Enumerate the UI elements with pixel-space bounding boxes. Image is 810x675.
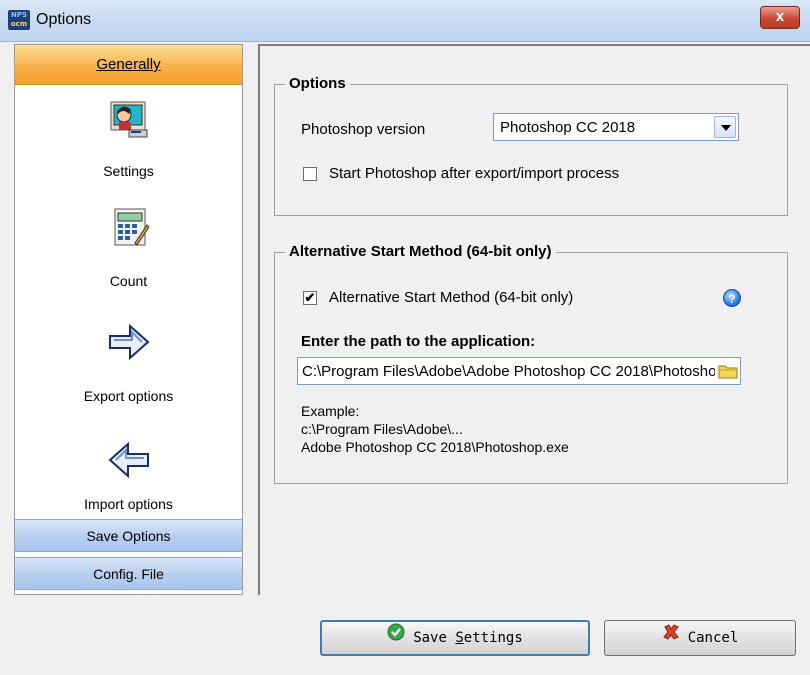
start-photoshop-label: Start Photoshop after export/import proc… <box>329 165 620 182</box>
close-icon: x <box>775 8 785 25</box>
example-line-1: Example: <box>301 403 360 419</box>
save-settings-button[interactable]: Save Settings <box>320 620 590 656</box>
folder-icon <box>718 365 738 379</box>
options-nav-panel: Generally Settings Count Export options … <box>14 44 243 595</box>
options-content-panel: Options Photoshop version Photoshop CC 2… <box>258 44 810 595</box>
nav-item-export-options[interactable]: Export options <box>15 320 242 410</box>
photoshop-version-select[interactable]: Photoshop CC 2018 <box>493 113 739 141</box>
nav-item-settings[interactable]: Settings <box>15 95 242 185</box>
start-photoshop-checkbox[interactable] <box>303 167 317 181</box>
options-group-title: Options <box>285 75 350 92</box>
title-bar: NPS ocm Options x <box>0 0 810 42</box>
nav-item-import-options-label: Import options <box>84 496 173 512</box>
save-settings-label-post: ettings <box>463 630 523 646</box>
application-path-value: C:\Program Files\Adobe\Adobe Photoshop C… <box>302 363 735 380</box>
alternative-start-group-title: Alternative Start Method (64-bit only) <box>285 243 556 260</box>
app-icon: NPS ocm <box>8 10 30 30</box>
help-icon[interactable]: ? <box>723 289 741 307</box>
app-icon-text-top: NPS <box>10 11 28 19</box>
example-line-2: c:\Program Files\Adobe\... <box>301 421 463 437</box>
settings-icon <box>109 100 149 143</box>
cancel-button[interactable]: Cancel <box>604 620 796 656</box>
nav-band-config-file[interactable]: Config. File <box>15 557 242 590</box>
photoshop-version-value: Photoshop CC 2018 <box>500 119 636 136</box>
alternative-start-group: Alternative Start Method (64-bit only) ✔… <box>274 243 788 484</box>
application-path-input[interactable]: C:\Program Files\Adobe\Adobe Photoshop C… <box>297 357 735 385</box>
nav-item-export-options-label: Export options <box>83 388 174 404</box>
calculator-icon <box>109 205 150 252</box>
close-button[interactable]: x <box>760 6 800 29</box>
nav-item-count[interactable]: Count <box>15 205 242 295</box>
alternative-start-checkbox[interactable]: ✔ <box>303 291 317 305</box>
photoshop-version-label: Photoshop version <box>301 121 426 138</box>
check-icon <box>387 621 405 653</box>
nav-item-count-label: Count <box>109 273 148 289</box>
nav-item-settings-label: Settings <box>103 163 154 179</box>
save-settings-accel: S <box>455 630 464 646</box>
export-arrow-icon <box>106 320 152 367</box>
browse-folder-button[interactable] <box>715 357 741 385</box>
example-line-3: Adobe Photoshop CC 2018\Photoshop.exe <box>301 439 569 455</box>
path-heading: Enter the path to the application: <box>301 333 536 350</box>
nav-item-import-options[interactable]: Import options <box>15 440 242 520</box>
chevron-down-icon[interactable] <box>714 116 736 138</box>
alternative-start-label: Alternative Start Method (64-bit only) <box>329 289 574 306</box>
options-group: Options Photoshop version Photoshop CC 2… <box>274 75 788 216</box>
window-title: Options <box>36 11 92 28</box>
app-icon-text-bottom: ocm <box>10 20 28 28</box>
nav-band-save-options[interactable]: Save Options <box>15 519 242 552</box>
nav-header-generally[interactable]: Generally <box>15 45 242 85</box>
save-settings-label-pre: Save <box>413 630 456 646</box>
cancel-label: Cancel <box>687 630 739 646</box>
cancel-x-icon <box>662 620 680 654</box>
import-arrow-icon <box>106 440 152 483</box>
